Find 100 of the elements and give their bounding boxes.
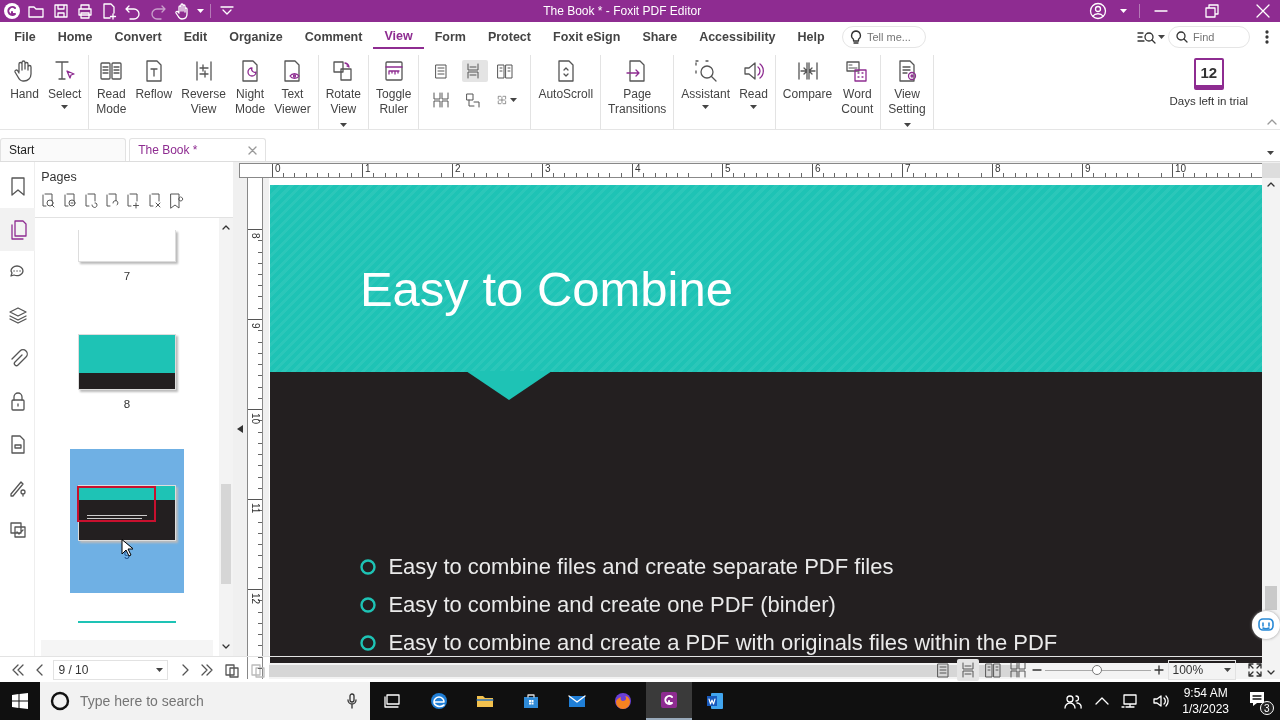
toolbar-button[interactable]: Read Mode [93,57,130,120]
menu-tab[interactable]: Protect [476,25,542,49]
side-panel-button[interactable] [0,208,35,252]
toolbar-button[interactable]: Reflow [132,57,176,105]
toolbar-button[interactable]: Text Viewer [271,57,314,120]
zoom-out-page-icon[interactable] [62,193,78,210]
windows-icon[interactable] [12,693,28,709]
bullet-icon [359,596,376,613]
caret-icon [156,667,164,672]
ruler-number: 10 [1175,164,1187,174]
collapse-panel-icon[interactable] [236,424,243,433]
continuous-facing-icon [432,91,449,108]
scrollbar-thumb[interactable] [1265,585,1277,610]
caret-icon[interactable] [1119,9,1127,13]
magnifier-icon [693,59,718,84]
page-copy-icon [223,661,240,678]
menu-tab[interactable]: Help [786,25,836,49]
menu-tab[interactable]: Organize [218,25,294,49]
menu-tab[interactable]: Share [631,25,689,49]
menu-tab[interactable]: Foxit eSign [542,25,632,49]
volume-icon[interactable] [1151,693,1170,709]
scrollbar-thumb[interactable] [220,484,231,585]
people-icon[interactable] [1064,693,1083,709]
network-icon[interactable] [1121,693,1140,709]
thumbnail-item[interactable]: 8 [69,333,184,421]
toolbar-button[interactable]: Night Mode [232,57,269,120]
hand-icon[interactable] [172,2,191,20]
taskbar-app[interactable] [646,682,692,720]
menu-tab[interactable]: Accessibility [688,25,787,49]
clock[interactable]: 9:54 AM 1/3/2023 [1182,685,1229,717]
toolbar-button[interactable]: Page Transitions [605,57,670,120]
tell-me-field[interactable]: Tell me... [841,26,926,48]
continuous-page-icon [959,661,976,678]
notification-count: 3 [1259,701,1274,715]
document-tab[interactable]: The Book * [129,138,267,161]
menu-tab[interactable]: File [3,25,47,49]
facing-pages-icon [497,63,514,80]
menu-tab[interactable]: Edit [172,25,219,49]
toolbar-button[interactable]: Select [44,57,85,112]
ruler-number: 3 [545,164,551,174]
app-logo-icon[interactable] [3,2,22,20]
save-icon[interactable] [51,2,70,20]
scrollbar-thumb[interactable] [268,665,1019,677]
insert-page-icon[interactable] [126,193,142,210]
rotate-left-page-icon[interactable] [83,193,99,210]
delete-page-icon[interactable] [147,193,163,210]
ruler-number: 1 [365,164,371,174]
menu-tab[interactable]: Form [423,25,477,49]
toolbar-button[interactable]: Rotate View [322,57,365,135]
thumbnail-item[interactable]: 7 [69,230,184,294]
search-options-icon[interactable] [1135,29,1158,45]
chat-button[interactable] [1252,611,1280,639]
toolbar-button[interactable]: Read [736,57,771,112]
collapse-icon[interactable] [1266,117,1277,126]
toolbar-button[interactable]: View Setting [885,57,929,135]
taskbar-search-field[interactable]: Type here to search [40,682,370,720]
ruler-number: 4 [635,164,641,174]
new-page-icon[interactable] [100,2,119,20]
foxit-app-icon [659,690,679,710]
task-view-icon[interactable] [384,693,402,709]
zoom-slider-thumb[interactable] [1092,664,1103,675]
zoom-field[interactable]: 100% [1167,659,1236,680]
print-icon[interactable] [75,2,94,20]
toolbar-button[interactable]: Compare [779,57,836,105]
menu-tab[interactable]: View [373,25,424,49]
rotate-right-page-icon[interactable] [105,193,120,210]
fullscreen-icon[interactable] [1248,662,1262,677]
ruler-number: 6 [815,164,821,174]
double-chevron-left-icon [11,663,26,676]
caret-icon [1157,35,1165,40]
menu-tab[interactable]: Convert [103,25,173,49]
account-icon[interactable] [1089,2,1108,20]
scroll-down-icon[interactable] [221,643,230,650]
toolbar-button[interactable]: AutoScroll [535,57,597,105]
caret-icon[interactable] [1266,150,1274,155]
restore-icon[interactable] [1203,3,1220,19]
scroll-down-icon[interactable] [1267,669,1275,676]
zoom-in-icon[interactable] [1154,664,1165,675]
menu-tab[interactable]: Home [46,25,104,49]
page-properties-icon[interactable] [168,193,184,210]
menu-tab[interactable]: Comment [293,25,374,49]
notification-button[interactable]: 3 [1247,689,1274,713]
page-number: 8 [123,396,131,412]
caret-icon[interactable] [197,9,205,13]
toolbar-button[interactable]: Toggle Ruler [373,57,415,120]
close-icon[interactable] [1254,3,1271,19]
chevron-up-icon[interactable] [1094,696,1109,706]
toolbar-button[interactable]: Hand [7,57,42,105]
toolbar-button[interactable]: Assistant [678,57,734,112]
more-icon[interactable] [1264,29,1270,45]
page-number-field[interactable]: 9 / 10 [53,659,169,680]
scrollbar[interactable] [41,640,213,656]
toolbar-button[interactable]: Word Count [838,57,877,120]
scroll-up-icon[interactable] [1267,181,1275,188]
scroll-up-icon[interactable] [221,224,230,231]
toolbar-button[interactable]: Reverse View [178,57,229,120]
document-tab[interactable]: Start [0,138,126,161]
find-field[interactable]: Find [1168,26,1250,48]
page-copy-icon [249,661,266,678]
zoom-in-page-icon[interactable] [41,193,57,210]
